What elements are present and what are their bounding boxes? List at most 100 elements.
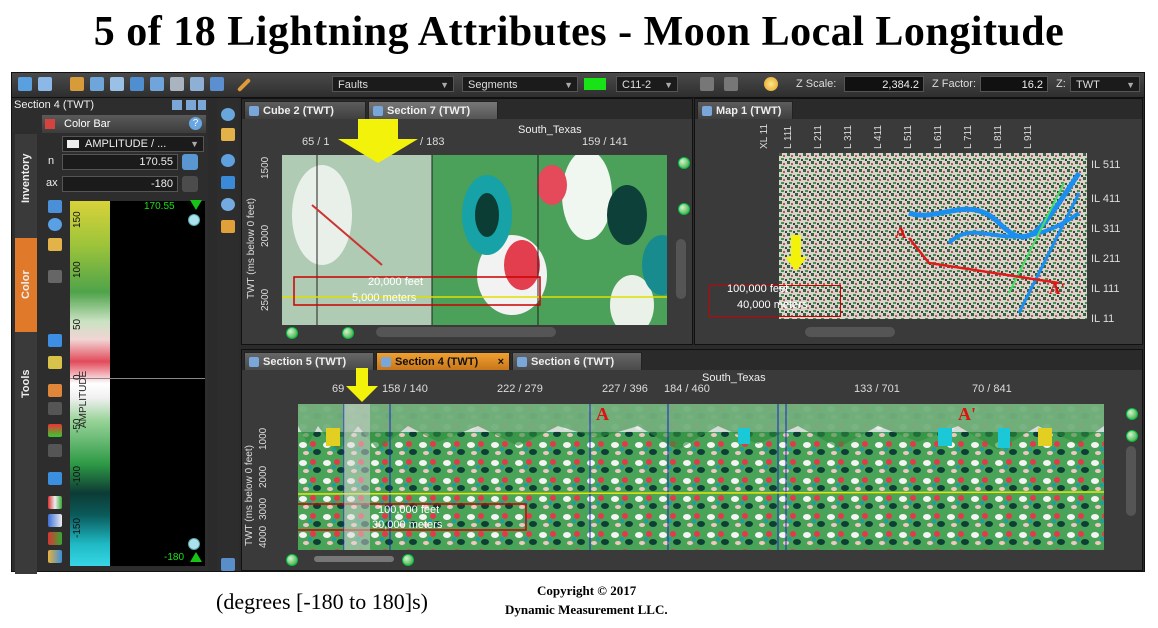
refresh-icon[interactable] — [48, 218, 62, 231]
palette-icon[interactable] — [48, 238, 62, 251]
application-window: Faults ▼ Segments ▼ C11-2 ▼ Z Scale: 2,384.… — [11, 72, 1145, 574]
help-icon[interactable]: ? — [189, 117, 202, 130]
save-icon[interactable] — [38, 77, 52, 91]
colorbar-title: Color Bar — [64, 118, 111, 130]
zfactor-field[interactable]: 16.2 — [980, 76, 1048, 92]
faults-dropdown[interactable]: Faults ▼ — [332, 76, 454, 92]
tab-section-6[interactable]: Section 6 (TWT) — [512, 352, 642, 370]
tab-color[interactable]: Color — [15, 238, 37, 332]
preset-icon-3[interactable] — [48, 532, 62, 545]
flatten-icon[interactable] — [110, 77, 124, 91]
horizon-color-swatch[interactable] — [584, 78, 606, 90]
section-icon — [381, 357, 391, 367]
max-lock-icon[interactable] — [182, 154, 198, 170]
horizon-dropdown[interactable]: C11-2 ▼ — [616, 76, 678, 92]
mail-icon[interactable] — [190, 77, 204, 91]
zoom-in-icon[interactable] — [188, 214, 200, 226]
section-top-tick: 133 / 701 — [854, 383, 900, 395]
section-seismic-image[interactable]: A A' 100,000 feet 30,000 meters — [298, 404, 1104, 550]
redo-icon[interactable] — [724, 77, 738, 91]
move-icon[interactable] — [150, 77, 164, 91]
section-zoom-out-icon[interactable] — [286, 554, 298, 566]
tile-icon[interactable] — [221, 220, 235, 233]
section-zoom-in-icon[interactable] — [402, 554, 414, 566]
cube-zoom-out-icon[interactable] — [286, 327, 298, 339]
section-top-tick: 227 / 396 — [602, 383, 648, 395]
cube-zoom-icon-2[interactable] — [678, 203, 690, 215]
flip-icon[interactable] — [48, 334, 62, 347]
layer-icon[interactable] — [48, 444, 62, 457]
cube-vertical-scrollbar[interactable] — [676, 239, 686, 299]
print-icon[interactable] — [170, 77, 184, 91]
tab-cube-2[interactable]: Cube 2 (TWT) — [244, 101, 366, 119]
marker-add-icon[interactable] — [48, 384, 62, 397]
close-view-icon[interactable] — [221, 558, 235, 571]
tab-inventory[interactable]: Inventory — [15, 138, 37, 218]
cube-top-tick: 65 / 1 — [302, 136, 330, 148]
section-vertical-scrollbar[interactable] — [1126, 446, 1136, 516]
tab-tools[interactable]: Tools — [15, 344, 37, 424]
preset-icon-4[interactable] — [48, 550, 62, 563]
stretch-icon[interactable] — [48, 472, 62, 485]
grid-icon[interactable] — [70, 77, 84, 91]
width-icon[interactable] — [130, 77, 144, 91]
panel-close-icon[interactable] — [198, 100, 206, 110]
cube-horizontal-scrollbar[interactable] — [376, 327, 556, 337]
chevron-down-icon: ▼ — [664, 80, 673, 90]
max-handle-icon[interactable] — [190, 200, 202, 210]
section-horizontal-scrollbar[interactable] — [314, 556, 394, 562]
map-horizontal-scrollbar[interactable] — [805, 327, 895, 337]
screen-icon[interactable] — [210, 77, 224, 91]
rotate-icon[interactable] — [221, 176, 235, 189]
inventory-icon[interactable] — [18, 77, 32, 91]
left-panel: Section 4 (TWT) Inventory Color Tools Co… — [12, 98, 208, 574]
colorbar-gradient[interactable] — [70, 201, 110, 566]
marker-remove-icon[interactable] — [48, 402, 62, 415]
tab-section-5[interactable]: Section 5 (TWT) — [244, 352, 374, 370]
attribute-dropdown[interactable]: AMPLITUDE / ... ▼ — [62, 136, 204, 152]
colorbar-tick: 100 — [72, 261, 83, 278]
pencil-icon[interactable] — [236, 77, 252, 93]
min-lock-icon[interactable] — [182, 176, 198, 192]
colorbar-blue-icon[interactable] — [48, 200, 62, 213]
zoom-out-icon[interactable] — [188, 538, 200, 550]
pick-icon[interactable] — [90, 77, 104, 91]
z-domain-dropdown[interactable]: TWT ▼ — [1070, 76, 1140, 92]
cube-seismic-image[interactable]: 20,000 feet 5,000 meters — [282, 155, 667, 325]
section-zoom-icon-2[interactable] — [1126, 430, 1138, 442]
panel-minimize-icon[interactable] — [186, 100, 196, 110]
min-value-field[interactable]: -180 — [62, 176, 178, 192]
cube-zoom-in-icon[interactable] — [342, 327, 354, 339]
view-tool-strip — [217, 98, 239, 571]
undo-colorbar-icon[interactable] — [48, 270, 62, 283]
image-icon[interactable] — [48, 356, 62, 369]
max-value-field[interactable]: 170.55 — [62, 154, 178, 170]
panel-options-icon[interactable] — [172, 100, 182, 110]
section-icon — [373, 106, 383, 116]
cube-zoom-icon[interactable] — [678, 157, 690, 169]
preset-icon-2[interactable] — [48, 514, 62, 527]
tab-section-7[interactable]: Section 7 (TWT) — [368, 101, 498, 119]
colorbar-max-marker: 170.55 — [144, 201, 175, 212]
min-handle-icon[interactable] — [190, 552, 202, 562]
section-zoom-icon[interactable] — [1126, 408, 1138, 420]
section-scale-meters: 30,000 meters — [372, 519, 443, 531]
zoom-tool-icon[interactable] — [221, 108, 235, 121]
gradient-icon[interactable] — [48, 424, 62, 437]
zoom-box-icon[interactable] — [221, 154, 235, 167]
map-top-label: L 211 — [813, 125, 824, 149]
zscale-label: Z Scale: — [796, 78, 837, 90]
tab-map-1[interactable]: Map 1 (TWT) — [697, 101, 793, 119]
hand-tool-icon[interactable] — [221, 128, 235, 141]
undo-icon[interactable] — [700, 77, 714, 91]
close-icon[interactable]: × — [498, 353, 504, 371]
sun-icon[interactable] — [764, 77, 778, 91]
zoom-fit-icon[interactable] — [221, 198, 235, 211]
preset-icon-1[interactable] — [48, 496, 62, 509]
chevron-down-icon: ▼ — [440, 80, 449, 90]
tab-section-4[interactable]: Section 4 (TWT) × — [376, 352, 510, 370]
cube-highlight-arrow — [358, 119, 398, 139]
cube-y-tick: 2000 — [260, 224, 271, 247]
segments-dropdown[interactable]: Segments ▼ — [462, 76, 578, 92]
zscale-field[interactable]: 2,384.2 — [844, 76, 924, 92]
